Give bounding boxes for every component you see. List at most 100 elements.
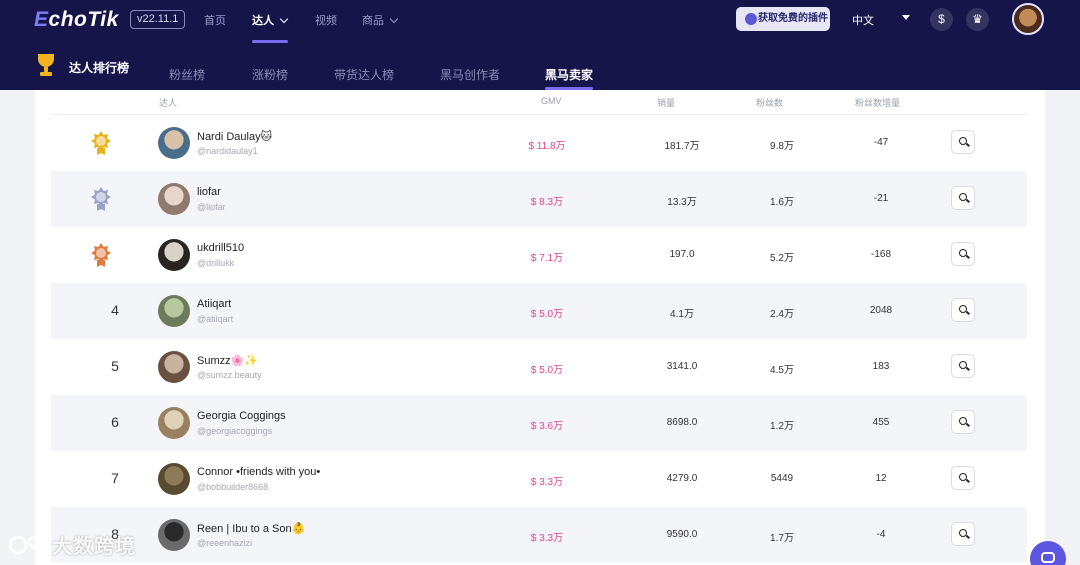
gmv-value: $ 3.3万 (530, 477, 564, 488)
creator-handle: @nardidaulay1 (197, 146, 258, 156)
medal-gold-icon (91, 131, 111, 155)
gmv-value: $ 7.1万 (530, 253, 564, 264)
column-header-gmv[interactable]: GMV (541, 96, 562, 106)
tab-dark-horse-sellers[interactable]: 黑马卖家 (545, 66, 593, 83)
get-free-plugin-button[interactable]: 获取免费的插件 (736, 7, 830, 31)
table-row[interactable]: 7 Connor •friends with you• @bobbuilder8… (51, 451, 1027, 507)
creator-name[interactable]: Nardi Daulay🐱 (197, 130, 272, 143)
gmv-value: $ 11.8万 (528, 141, 566, 152)
sales-value: 181.7万 (664, 141, 700, 152)
creator-name[interactable]: ukdrill510 (197, 242, 244, 254)
view-details-button[interactable] (951, 298, 975, 322)
follower-growth-value: 12 (875, 473, 887, 484)
creator-handle: @liofar (197, 202, 226, 212)
medal-bronze-icon (91, 243, 111, 267)
table-row[interactable]: 6 Georgia Coggings @georgiacoggings $ 3.… (51, 395, 1027, 451)
creator-avatar[interactable] (158, 127, 190, 159)
table-row[interactable]: 8 Reen | Ibu to a Son👶 @reeenhazizi $ 3.… (51, 507, 1027, 563)
follower-growth-value: 183 (872, 361, 890, 372)
language-selector[interactable]: 中文 (852, 12, 874, 28)
creator-handle: @reeenhazizi (197, 538, 253, 548)
chat-icon (1041, 552, 1055, 563)
followers-value: 1.7万 (770, 533, 794, 544)
nav-products[interactable]: 商品 (362, 12, 399, 28)
follower-growth-value: 455 (872, 417, 890, 428)
tab-sales-creators[interactable]: 带货达人榜 (334, 66, 394, 83)
nav-videos[interactable]: 视频 (315, 12, 337, 28)
followers-value: 9.8万 (770, 141, 794, 152)
view-details-button[interactable] (951, 354, 975, 378)
tab-followers[interactable]: 粉丝榜 (169, 66, 205, 83)
followers-value: 4.5万 (770, 365, 794, 376)
followers-value: 2.4万 (770, 309, 794, 320)
caret-down-icon[interactable] (902, 15, 910, 20)
view-details-button[interactable] (951, 130, 975, 154)
view-details-button[interactable] (951, 466, 975, 490)
gmv-value: $ 3.6万 (530, 421, 564, 432)
rank-number: 5 (111, 358, 119, 374)
rank-number: 7 (111, 470, 119, 486)
sales-value: 3141.0 (666, 361, 698, 372)
rank-number: 6 (111, 414, 119, 430)
view-details-button[interactable] (951, 186, 975, 210)
ranking-subnav: 达人排行榜 粉丝榜 涨粉榜 带货达人榜 黑马创作者 黑马卖家 (0, 50, 1080, 90)
creator-avatar[interactable] (158, 295, 190, 327)
echotik-logo[interactable]: EchoTik (34, 8, 119, 32)
gmv-value: $ 3.3万 (530, 533, 564, 544)
ranking-table: 达人 GMV 销量 粉丝数 粉丝数增量 Nardi Daulay🐱 @nardi… (35, 90, 1045, 565)
creator-avatar[interactable] (158, 351, 190, 383)
rank-number: 4 (111, 302, 119, 318)
creator-avatar[interactable] (158, 463, 190, 495)
follower-growth-value: -21 (873, 193, 889, 204)
currency-icon[interactable]: $ (930, 8, 953, 31)
view-details-button[interactable] (951, 242, 975, 266)
creator-avatar[interactable] (158, 407, 190, 439)
crown-icon[interactable]: ♛ (966, 8, 989, 31)
gmv-value: $ 5.0万 (530, 309, 564, 320)
creator-avatar[interactable] (158, 519, 190, 551)
sales-value: 13.3万 (667, 197, 697, 208)
table-row[interactable]: 4 Atiiqart @atiiqart $ 5.0万 4.1万 2.4万 20… (51, 283, 1027, 339)
creator-name[interactable]: Sumzz🌸✨ (197, 354, 258, 367)
column-header-follower-growth[interactable]: 粉丝数增量 (855, 96, 900, 109)
chevron-down-icon (279, 14, 289, 24)
table-row[interactable]: Nardi Daulay🐱 @nardidaulay1 $ 11.8万 181.… (51, 115, 1027, 171)
creator-name[interactable]: Georgia Coggings (197, 410, 286, 422)
user-avatar[interactable] (1012, 3, 1044, 35)
creator-handle: @bobbuilder8668 (197, 482, 269, 492)
creator-handle: @atiiqart (197, 314, 234, 324)
tab-follower-growth[interactable]: 涨粉榜 (252, 66, 288, 83)
creator-name[interactable]: liofar (197, 186, 221, 198)
nav-home[interactable]: 首页 (204, 12, 226, 28)
chat-support-button[interactable] (1030, 541, 1066, 565)
column-header-followers[interactable]: 粉丝数 (756, 96, 783, 109)
view-details-button[interactable] (951, 522, 975, 546)
creator-name[interactable]: Reen | Ibu to a Son👶 (197, 522, 305, 535)
follower-growth-value: -47 (873, 137, 889, 148)
table-row[interactable]: ukdrill510 @drillukk $ 7.1万 197.0 5.2万 -… (51, 227, 1027, 283)
nav-active-indicator (252, 40, 288, 43)
follower-growth-value: 2048 (869, 305, 893, 316)
creator-name[interactable]: Atiiqart (197, 298, 231, 310)
creator-handle: @sumzz.beauty (197, 370, 262, 380)
ranking-title: 达人排行榜 (69, 61, 130, 75)
chevron-down-icon (389, 14, 399, 24)
watermark-text: 大数跨境 (52, 536, 136, 558)
trophy-icon (36, 54, 56, 76)
watermark-logo-icon (8, 535, 48, 555)
followers-value: 5449 (770, 473, 794, 484)
sales-value: 197.0 (669, 249, 695, 260)
column-header-sales[interactable]: 销量 (657, 96, 675, 109)
tab-dark-horse-creators[interactable]: 黑马创作者 (440, 66, 500, 83)
nav-creators[interactable]: 达人 (252, 12, 289, 28)
sales-value: 4.1万 (670, 309, 694, 320)
table-row[interactable]: 5 Sumzz🌸✨ @sumzz.beauty $ 5.0万 3141.0 4.… (51, 339, 1027, 395)
creator-handle: @drillukk (197, 258, 235, 268)
top-navigation-bar: EchoTik v22.11.1 首页 达人 视频 商品 获取免费的插件 中文 … (0, 0, 1080, 90)
table-row[interactable]: liofar @liofar $ 8.3万 13.3万 1.6万 -21 (51, 171, 1027, 227)
column-header-creator: 达人 (159, 98, 178, 108)
creator-name[interactable]: Connor •friends with you• (197, 466, 320, 478)
creator-avatar[interactable] (158, 183, 190, 215)
creator-avatar[interactable] (158, 239, 190, 271)
view-details-button[interactable] (951, 410, 975, 434)
